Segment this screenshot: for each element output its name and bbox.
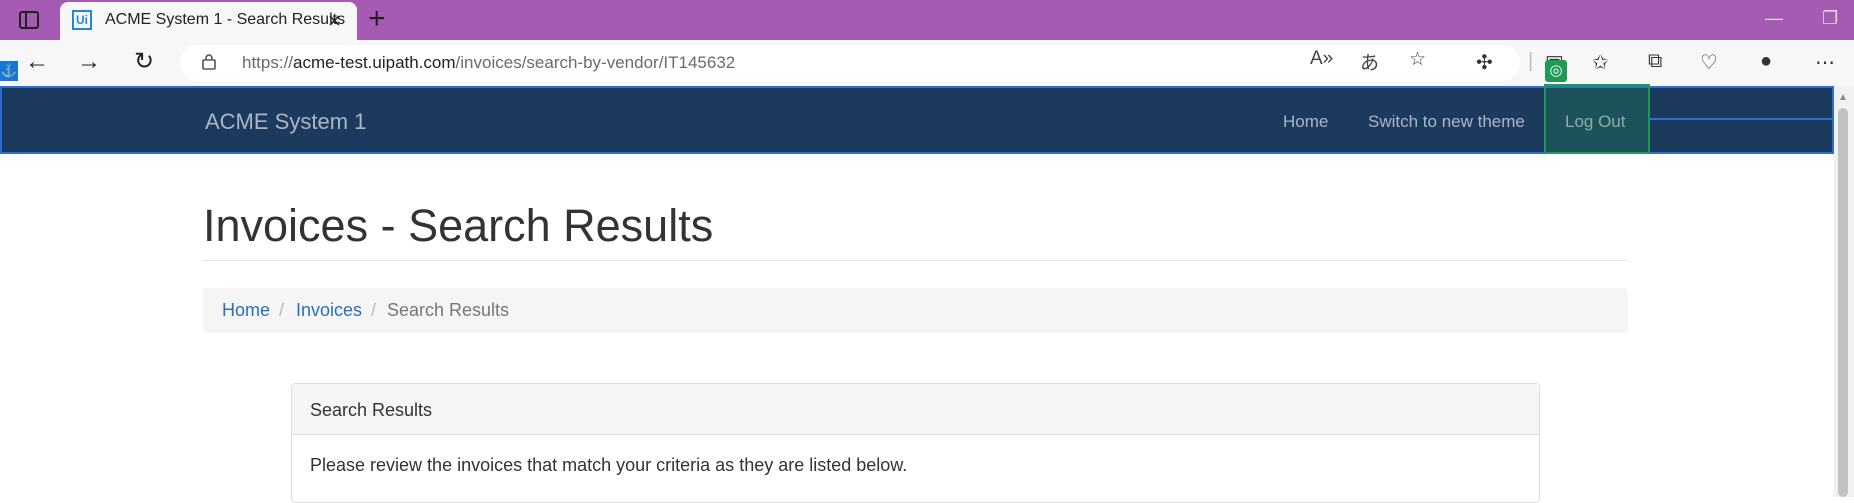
selection-line [1650,118,1834,120]
nav-home-link[interactable]: Home [1283,112,1328,132]
target-highlight-box [1544,84,1650,154]
breadcrumb-separator: / [371,300,377,320]
panel-heading-text: Search Results [310,400,433,420]
favorite-star-icon[interactable]: ☆ [1409,48,1426,71]
refresh-icon[interactable]: ↻ [129,47,159,77]
close-tab-icon[interactable]: × [328,8,341,34]
extensions-icon[interactable]: ✣ [1476,50,1493,75]
browser-essentials-icon[interactable]: ♡ [1700,50,1718,75]
nav-switch-theme-link[interactable]: Switch to new theme [1368,112,1525,132]
read-aloud-icon[interactable]: A» [1310,48,1333,70]
browser-titlebar: Ui ACME System 1 - Search Results × + — … [0,0,1854,40]
breadcrumb-separator: / [279,300,285,320]
forward-icon[interactable]: → [74,47,104,77]
browser-toolbar: ← → ↻ https://acme-test.uipath.com/invoi… [0,40,1854,86]
collections-icon[interactable]: ⧉ [1648,50,1662,73]
back-icon[interactable]: ← [22,47,52,77]
url-text[interactable]: https://acme-test.uipath.com/invoices/se… [242,53,735,73]
restore-icon[interactable]: ❐ [1822,8,1838,29]
page-title: Invoices - Search Results [203,200,714,251]
breadcrumb-invoices[interactable]: Invoices [296,300,362,321]
breadcrumb-current: Search Results [387,300,510,320]
toolbar-divider: | [1528,50,1534,72]
favorites-icon[interactable]: ✩ [1592,50,1609,75]
panel-message: Please review the invoices that match yo… [310,455,908,475]
breadcrumb: Home / Invoices / Search Results [203,288,1628,333]
more-options-icon[interactable]: ⋯ [1815,50,1835,75]
brand-title[interactable]: ACME System 1 [205,109,366,135]
uipath-favicon-icon: Ui [72,10,92,30]
profile-icon[interactable]: ● [1760,50,1772,73]
url-prefix: https:// [242,53,294,72]
breadcrumb-home[interactable]: Home [222,300,270,321]
new-tab-icon[interactable]: + [368,4,386,34]
search-results-panel: Search Results Please review the invoice… [291,383,1540,503]
browser-tab-active[interactable]: Ui ACME System 1 - Search Results × [60,2,357,40]
scrollbar-thumb[interactable] [1838,108,1848,497]
title-divider [203,260,1628,261]
tab-title: ACME System 1 - Search Results [105,11,346,28]
url-host: acme-test.uipath.com [293,53,456,72]
url-path: /invoices/search-by-vendor/IT145632 [455,53,736,72]
panel-heading: Search Results [292,384,1539,435]
scroll-up-icon[interactable]: ▲ [1838,92,1848,103]
target-icon: ◎ [1545,60,1567,82]
translate-icon[interactable]: あ [1360,48,1379,75]
minimize-icon[interactable]: — [1765,8,1783,29]
vertical-scrollbar[interactable]: ▲ [1834,86,1854,497]
anchor-icon: ⚓ [0,61,18,81]
tab-actions-icon[interactable] [18,9,40,31]
lock-icon[interactable] [202,54,216,70]
